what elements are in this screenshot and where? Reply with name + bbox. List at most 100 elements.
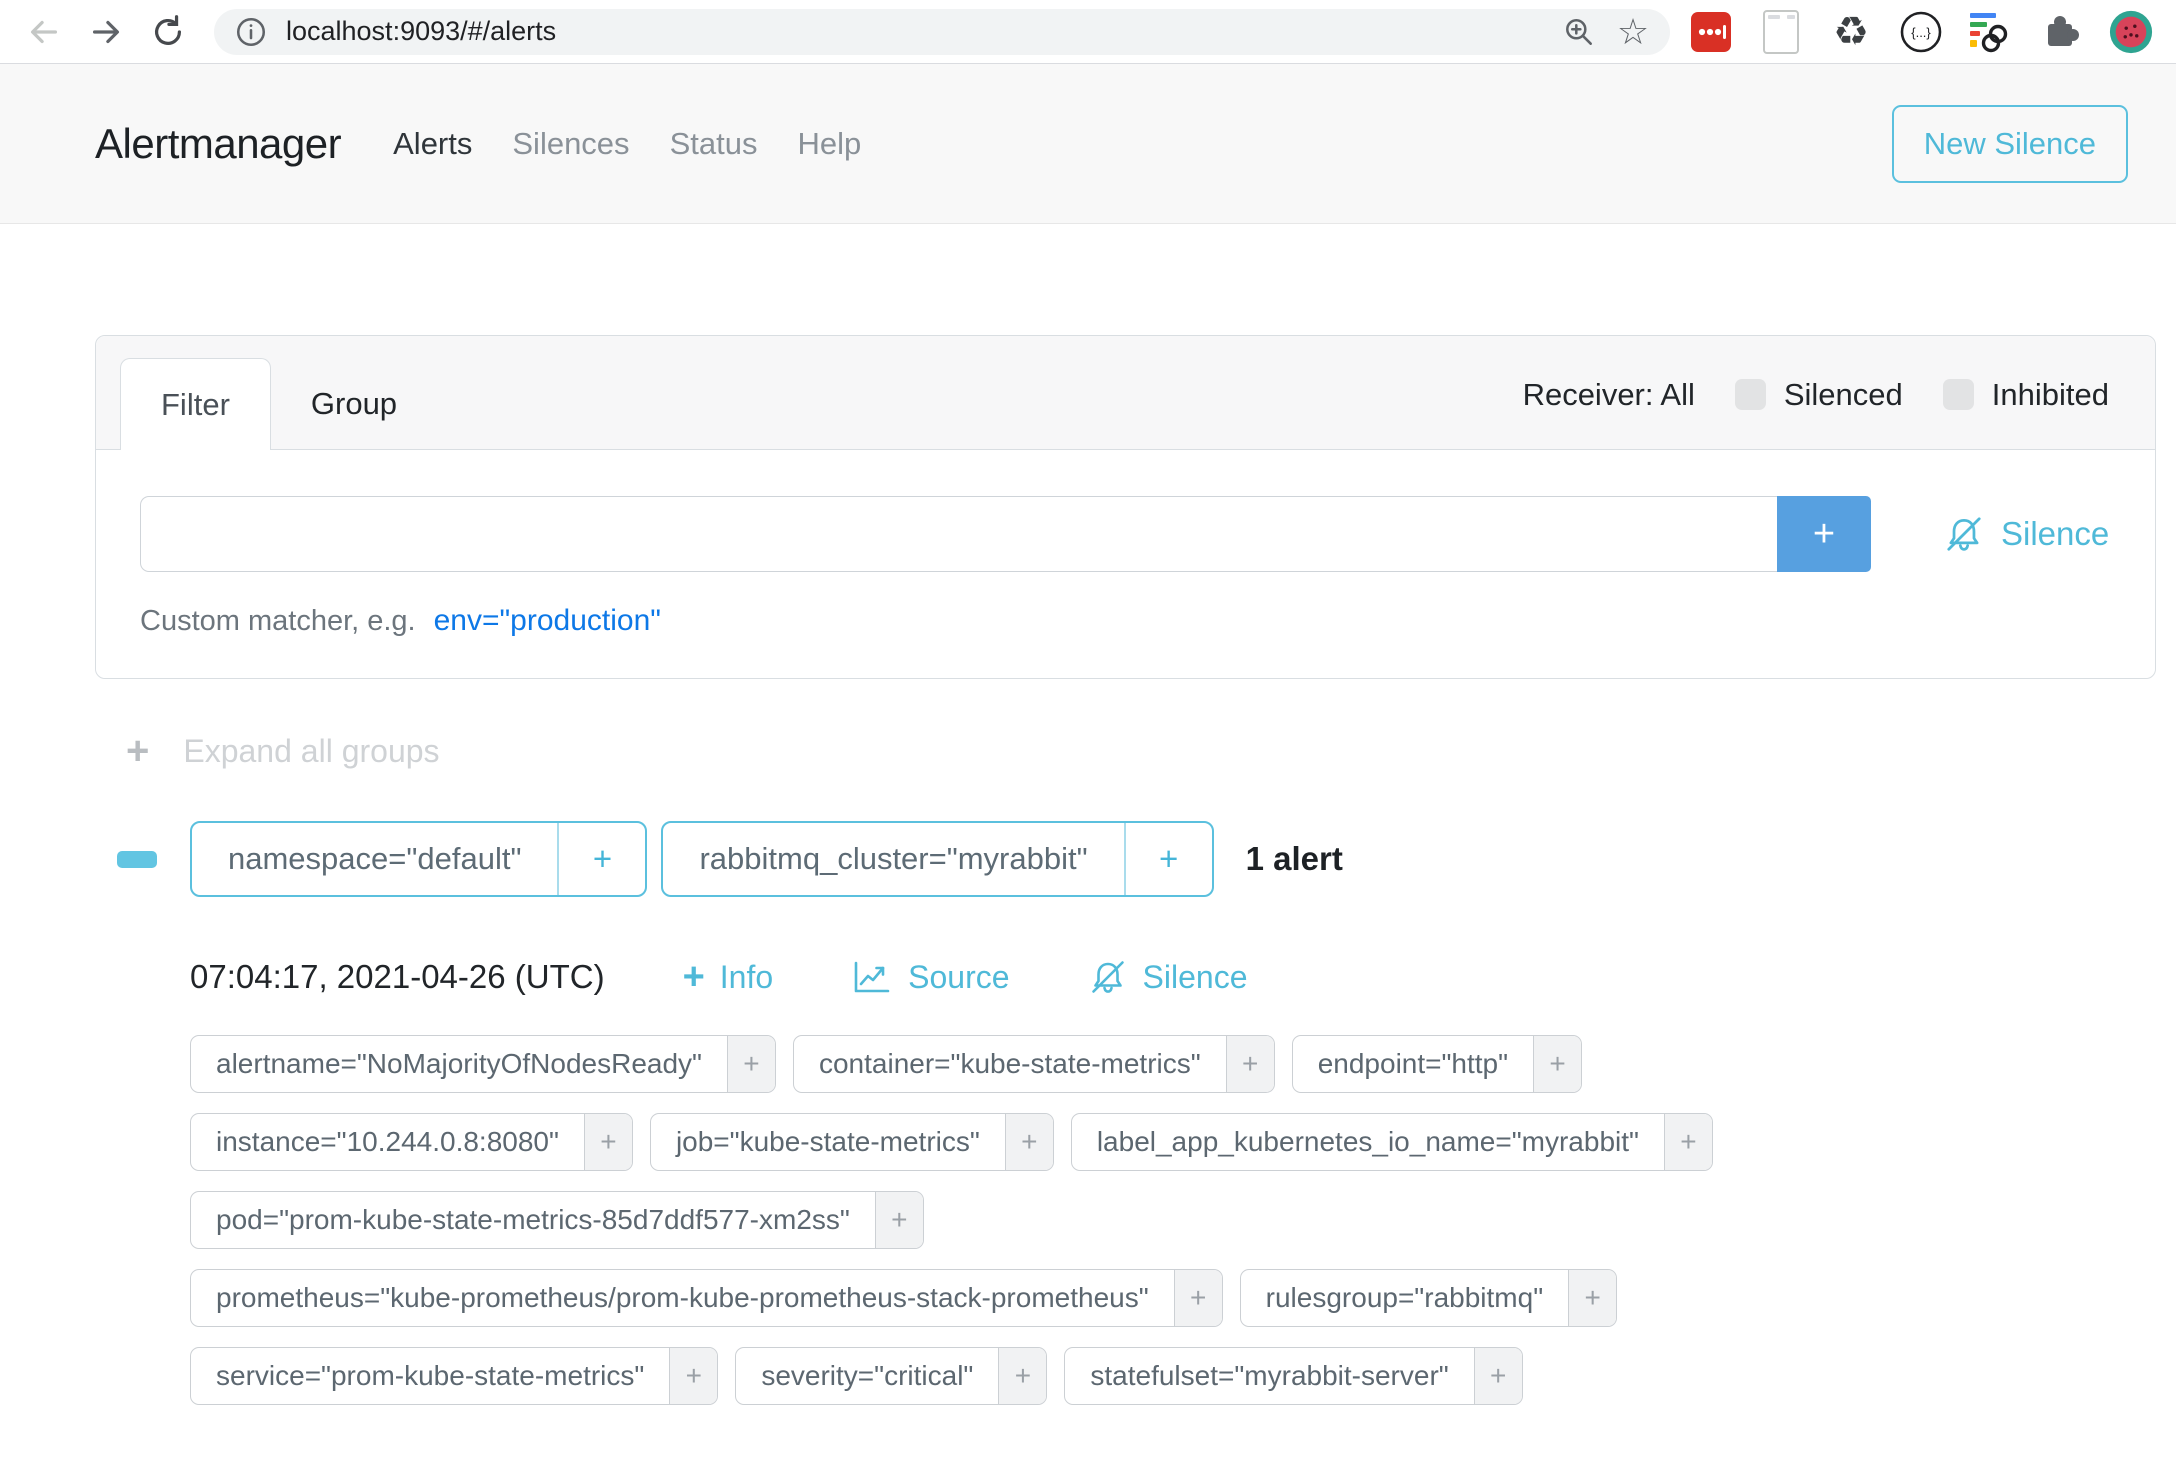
json-viewer-extension-icon[interactable]: {...}	[1898, 9, 1944, 55]
label-row: prometheus="kube-prometheus/prom-kube-pr…	[190, 1269, 2156, 1327]
inhibited-checkbox-wrap[interactable]: Inhibited	[1943, 377, 2109, 413]
label-chip: service="prom-kube-state-metrics" +	[190, 1347, 718, 1405]
label-chip: pod="prom-kube-state-metrics-85d7ddf577-…	[190, 1191, 924, 1249]
forward-icon[interactable]	[84, 10, 128, 54]
add-filter-button[interactable]: +	[1568, 1270, 1616, 1326]
silenced-label: Silenced	[1784, 377, 1903, 413]
filter-panel: Filter Group Receiver: All Silenced Inhi…	[95, 335, 2156, 679]
silenced-checkbox[interactable]	[1735, 379, 1766, 410]
label-chip: alertname="NoMajorityOfNodesReady" +	[190, 1035, 776, 1093]
nav-silences[interactable]: Silences	[512, 126, 629, 162]
tag-assistant-extension-icon[interactable]	[1968, 9, 2014, 55]
add-filter-button[interactable]: +	[669, 1348, 717, 1404]
expand-all-groups-label: Expand all groups	[183, 733, 439, 770]
label-row: instance="10.244.0.8:8080" + job="kube-s…	[190, 1113, 2156, 1171]
group-matcher-text: namespace="default"	[192, 823, 557, 895]
alert-source-link[interactable]: Source	[851, 957, 1009, 997]
matcher-input[interactable]	[140, 496, 1777, 572]
silence-link-label: Silence	[2001, 515, 2109, 553]
label-text: instance="10.244.0.8:8080"	[191, 1114, 584, 1170]
main-content: Filter Group Receiver: All Silenced Inhi…	[0, 224, 2176, 1405]
refresh-icon[interactable]	[146, 10, 190, 54]
add-filter-button[interactable]: +	[1126, 823, 1212, 895]
label-text: alertname="NoMajorityOfNodesReady"	[191, 1036, 727, 1092]
add-filter-button[interactable]: +	[875, 1192, 923, 1248]
bookmark-star-icon[interactable]: ☆	[1614, 13, 1652, 51]
label-text: container="kube-state-metrics"	[794, 1036, 1226, 1092]
add-filter-button[interactable]: +	[1533, 1036, 1581, 1092]
inhibited-checkbox[interactable]	[1943, 379, 1974, 410]
label-chip: job="kube-state-metrics" +	[650, 1113, 1054, 1171]
label-chip: container="kube-state-metrics" +	[793, 1035, 1275, 1093]
add-filter-button[interactable]: +	[998, 1348, 1046, 1404]
add-filter-button[interactable]: +	[727, 1036, 775, 1092]
bell-slash-icon	[1088, 957, 1128, 997]
alert-silence-button[interactable]: Silence	[1088, 957, 1248, 997]
notes-extension-icon[interactable]	[1758, 9, 1804, 55]
alert-timestamp: 07:04:17, 2021-04-26 (UTC)	[190, 958, 605, 996]
filter-panel-tabs: Filter Group Receiver: All Silenced Inhi…	[96, 336, 2155, 450]
label-chip: severity="critical" +	[735, 1347, 1047, 1405]
nav-status[interactable]: Status	[670, 126, 758, 162]
alert-info-button[interactable]: + Info	[683, 958, 774, 996]
page-info-icon[interactable]	[232, 13, 270, 51]
label-chip: endpoint="http" +	[1292, 1035, 1582, 1093]
alert-count: 1 alert	[1246, 840, 1343, 878]
add-filter-button[interactable]: +	[1664, 1114, 1712, 1170]
back-icon[interactable]	[22, 10, 66, 54]
tab-group[interactable]: Group	[271, 358, 437, 449]
recycle-extension-icon[interactable]: ♻	[1828, 9, 1874, 55]
profile-avatar[interactable]	[2108, 9, 2154, 55]
main-nav: Alerts Silences Status Help	[393, 126, 861, 162]
nav-help[interactable]: Help	[797, 126, 861, 162]
extensions-puzzle-icon[interactable]	[2038, 9, 2084, 55]
add-filter-button[interactable]: +	[1174, 1270, 1222, 1326]
url-text[interactable]: localhost:9093/#/alerts	[286, 16, 1544, 47]
browser-extensions-area: ♻ {...}	[1688, 9, 2154, 55]
label-chip: rulesgroup="rabbitmq" +	[1240, 1269, 1617, 1327]
add-filter-button[interactable]: +	[1474, 1348, 1522, 1404]
new-silence-button[interactable]: New Silence	[1892, 105, 2128, 183]
silence-label: Silence	[1143, 959, 1248, 996]
app-brand: Alertmanager	[95, 120, 341, 168]
info-label: Info	[720, 959, 773, 996]
inhibited-label: Inhibited	[1992, 377, 2109, 413]
group-matcher-text: rabbitmq_cluster="myrabbit"	[663, 823, 1123, 895]
add-matcher-button[interactable]: +	[1777, 496, 1871, 572]
add-filter-button[interactable]: +	[584, 1114, 632, 1170]
zoom-in-icon[interactable]	[1560, 13, 1598, 51]
nav-alerts[interactable]: Alerts	[393, 126, 472, 162]
plus-icon: +	[126, 731, 149, 771]
add-filter-button[interactable]: +	[1005, 1114, 1053, 1170]
silenced-checkbox-wrap[interactable]: Silenced	[1735, 377, 1903, 413]
matcher-example-link[interactable]: env="production"	[434, 604, 661, 638]
alert-header-row: 07:04:17, 2021-04-26 (UTC) + Info Source…	[190, 957, 2156, 997]
source-label: Source	[908, 959, 1009, 996]
collapse-group-icon[interactable]	[117, 851, 157, 868]
add-filter-button[interactable]: +	[559, 823, 645, 895]
browser-chrome: localhost:9093/#/alerts ☆ ♻ {...}	[0, 0, 2176, 64]
plus-icon: +	[683, 958, 705, 996]
alert-group-row: namespace="default" + rabbitmq_cluster="…	[117, 821, 2156, 897]
expand-all-groups-button[interactable]: + Expand all groups	[126, 731, 2156, 771]
label-text: statefulset="myrabbit-server"	[1065, 1348, 1473, 1404]
bell-slash-icon	[1943, 513, 1985, 555]
label-row: pod="prom-kube-state-metrics-85d7ddf577-…	[190, 1191, 2156, 1249]
app-header: Alertmanager Alerts Silences Status Help…	[0, 64, 2176, 224]
group-matcher-chip: rabbitmq_cluster="myrabbit" +	[661, 821, 1213, 897]
url-bar[interactable]: localhost:9093/#/alerts ☆	[214, 9, 1670, 55]
tab-filter[interactable]: Filter	[120, 358, 271, 450]
label-chip: label_app_kubernetes_io_name="myrabbit" …	[1071, 1113, 1713, 1171]
label-text: label_app_kubernetes_io_name="myrabbit"	[1072, 1114, 1664, 1170]
silence-from-filter-link[interactable]: Silence	[1943, 513, 2109, 555]
label-text: severity="critical"	[736, 1348, 998, 1404]
svg-text:{...}: {...}	[1911, 25, 1931, 40]
alert-labels: alertname="NoMajorityOfNodesReady" + con…	[190, 1035, 2156, 1405]
label-chip: statefulset="myrabbit-server" +	[1064, 1347, 1522, 1405]
add-filter-button[interactable]: +	[1226, 1036, 1274, 1092]
label-text: prometheus="kube-prometheus/prom-kube-pr…	[191, 1270, 1174, 1326]
receiver-label[interactable]: Receiver: All	[1523, 377, 1695, 413]
password-manager-extension-icon[interactable]	[1688, 9, 1734, 55]
filter-options: Receiver: All Silenced Inhibited	[1523, 358, 2109, 449]
label-text: service="prom-kube-state-metrics"	[191, 1348, 669, 1404]
